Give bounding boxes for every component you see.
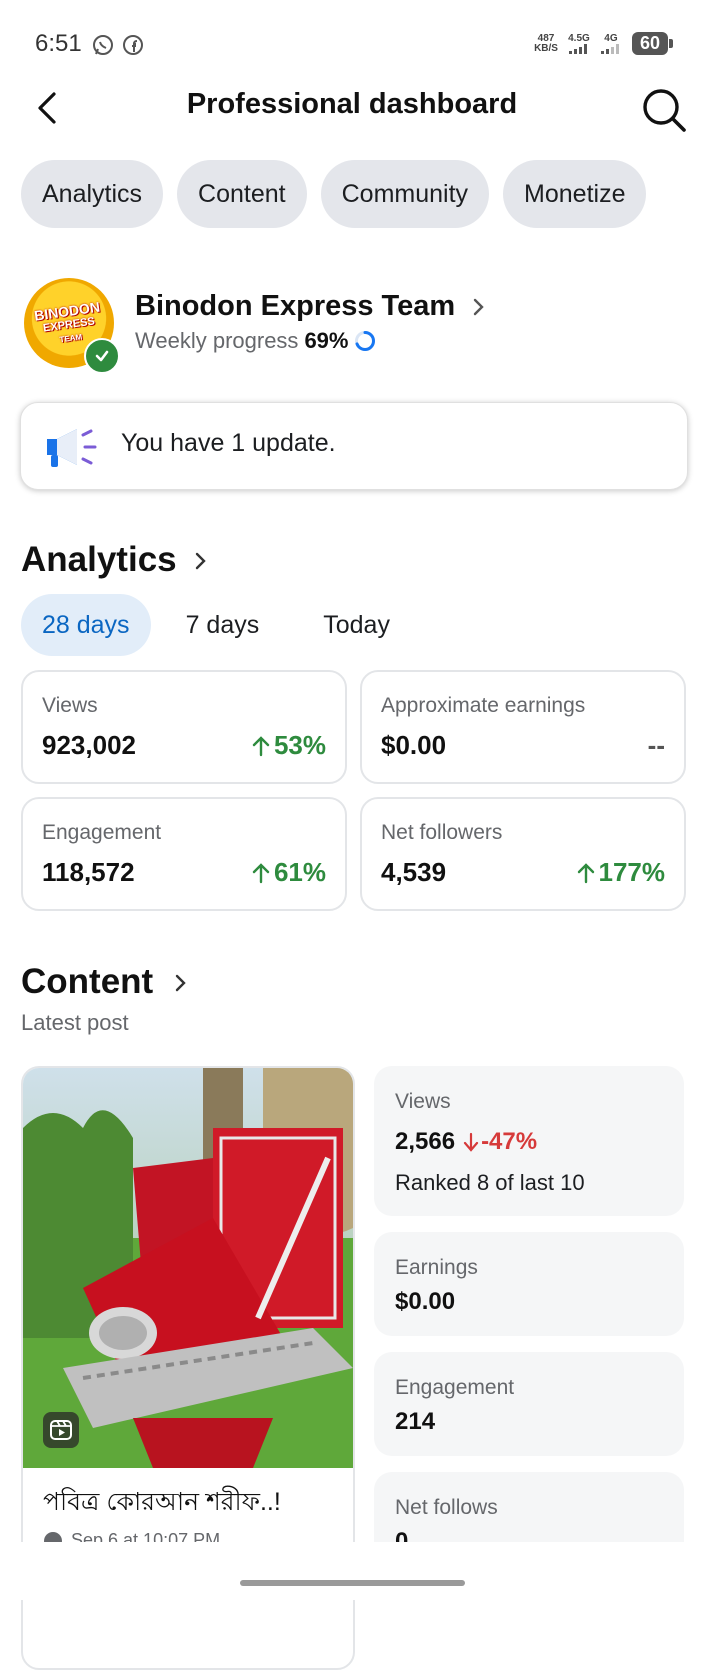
page-title: Professional dashboard — [186, 88, 518, 120]
range-7-days[interactable]: 7 days — [165, 594, 281, 656]
arrow-down-icon — [463, 1132, 479, 1152]
date-range-selector: 28 days 7 days Today — [21, 594, 411, 656]
tab-content[interactable]: Content — [177, 160, 307, 228]
notification-icons — [92, 34, 144, 56]
range-28-days[interactable]: 28 days — [21, 594, 151, 656]
post-stat-earnings[interactable]: Earnings $0.00 — [374, 1232, 684, 1336]
analytics-title[interactable]: Analytics — [21, 540, 177, 580]
signal-sim2: 4G — [600, 33, 622, 54]
home-indicator[interactable] — [240, 1580, 465, 1586]
dashboard-tabs: Analytics Content Community Monetize — [21, 160, 647, 228]
verified-check-icon — [84, 338, 120, 374]
update-text: You have 1 update. — [121, 429, 336, 457]
post-views-value: 2,566 — [395, 1128, 456, 1155]
metric-delta: 61% — [252, 857, 326, 888]
bottom-safe-area — [0, 1542, 720, 1600]
battery-indicator: 60 — [631, 32, 674, 55]
megaphone-icon — [47, 429, 97, 467]
tab-community[interactable]: Community — [320, 160, 490, 228]
chevron-right-icon[interactable] — [173, 971, 189, 995]
arrow-up-icon — [252, 735, 270, 756]
post-views-delta: -47% — [463, 1128, 537, 1156]
search-icon[interactable] — [640, 86, 688, 134]
progress-ring-icon — [355, 331, 376, 351]
chevron-right-icon[interactable] — [470, 295, 488, 319]
metric-delta: 53% — [252, 730, 326, 761]
net-speed: 487 KB/S — [534, 32, 558, 54]
post-thumbnail[interactable] — [23, 1068, 353, 1468]
facebook-icon — [123, 35, 143, 55]
profile-name[interactable]: Binodon Express Team — [135, 290, 455, 323]
weekly-progress-value: 69% — [304, 328, 349, 353]
weekly-progress-label: Weekly progress — [135, 328, 299, 353]
post-views-rank: Ranked 8 of last 10 — [395, 1170, 585, 1195]
latest-post-label: Latest post — [21, 1010, 129, 1035]
arrow-up-icon — [577, 862, 594, 883]
range-today[interactable]: Today — [302, 594, 411, 656]
content-title[interactable]: Content — [21, 962, 153, 1002]
metric-engagement[interactable]: Engagement 118,572 61% — [21, 797, 347, 911]
signal-sim1: 4.5G — [568, 33, 590, 54]
tab-analytics[interactable]: Analytics — [21, 160, 164, 228]
update-card[interactable]: You have 1 update. — [20, 402, 688, 490]
chevron-right-icon[interactable] — [193, 549, 209, 573]
whatsapp-icon — [93, 35, 113, 55]
metric-delta: -- — [647, 730, 665, 760]
metric-net-followers[interactable]: Net followers 4,539 177% — [360, 797, 686, 911]
post-stat-engagement[interactable]: Engagement 214 — [374, 1352, 684, 1456]
metric-delta: 177% — [577, 857, 665, 888]
arrow-up-icon — [252, 862, 270, 883]
metric-views[interactable]: Views 923,002 53% — [21, 670, 347, 784]
metric-approximate-earnings[interactable]: Approximate earnings $0.00 -- — [360, 670, 686, 784]
post-stat-views[interactable]: Views 2,566 -47% Ranked 8 of last 10 — [374, 1066, 684, 1216]
signal-bars-icon — [568, 44, 587, 54]
status-time: 6:51 — [35, 30, 82, 57]
status-right: 487 KB/S 4.5G 4G 60 — [534, 32, 674, 55]
post-caption: পবিত্র কোরআন শরীফ..! — [43, 1488, 281, 1516]
weekly-progress: Weekly progress 69% — [135, 328, 376, 354]
reel-icon — [43, 1412, 79, 1448]
tab-monetize[interactable]: Monetize — [503, 160, 647, 228]
signal-bars-icon — [600, 44, 619, 54]
